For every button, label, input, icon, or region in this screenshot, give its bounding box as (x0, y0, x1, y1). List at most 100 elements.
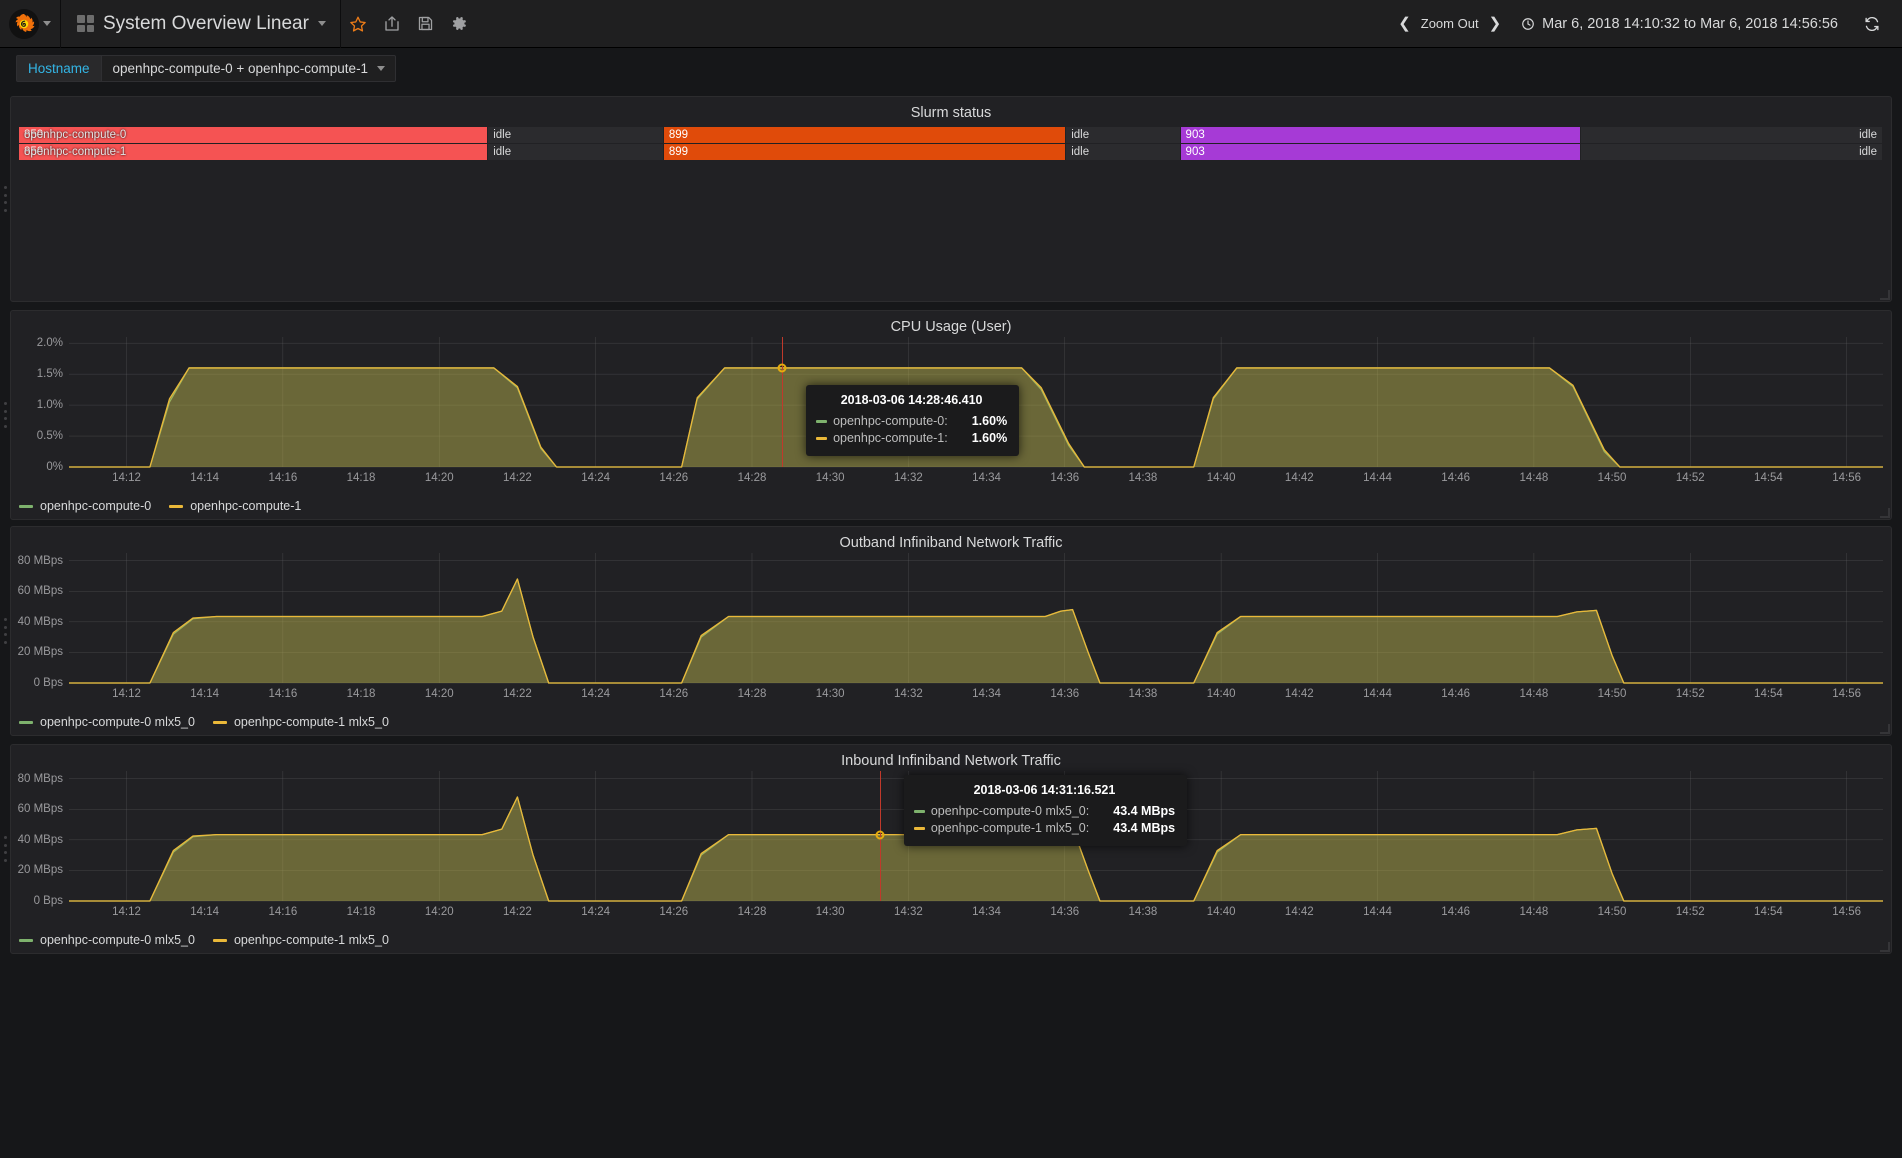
x-axis-tick: 14:14 (190, 906, 220, 918)
slurm-state-segment[interactable]: 899 (663, 127, 1066, 143)
hostname-variable-value: openhpc-compute-0 + openhpc-compute-1 (112, 60, 369, 76)
legend-item[interactable]: openhpc-compute-0 mlx5_0 (19, 933, 195, 947)
time-range-picker[interactable]: Mar 6, 2018 14:10:32 to Mar 6, 2018 14:5… (1509, 16, 1854, 32)
x-axis-tick: 14:34 (972, 906, 1001, 918)
dashboard-submenu: Hostname openhpc-compute-0 + openhpc-com… (0, 48, 1902, 88)
x-axis-tick: 14:54 (1754, 906, 1783, 918)
x-axis-tick: 14:48 (1519, 906, 1549, 918)
panel-resize-handle[interactable] (1880, 724, 1890, 734)
hostname-variable[interactable]: Hostname openhpc-compute-0 + openhpc-com… (16, 54, 397, 82)
slurm-status-row: 850 idle 899 idle 903 idle openhpc-compute-1 (19, 144, 1883, 160)
y-axis-tick: 20 MBps (17, 864, 63, 877)
graph-outband-traffic[interactable]: 0 Bps 20 MBps 40 MBps 60 MBps 80 MBps 14:12 14… (11, 553, 1891, 711)
y-axis-tick: 60 MBps (17, 585, 63, 598)
x-axis-tick: 14:24 (581, 688, 610, 700)
legend-item[interactable]: openhpc-compute-0 (19, 499, 151, 513)
x-axis-tick: 14:36 (1050, 688, 1080, 700)
legend-item[interactable]: openhpc-compute-1 mlx5_0 (212, 933, 389, 947)
chevron-right-icon[interactable]: ❯ (1489, 16, 1502, 31)
slurm-state-segment[interactable]: idle (1066, 144, 1180, 160)
share-icon[interactable] (375, 0, 409, 48)
x-axis-tick: 14:42 (1284, 472, 1314, 484)
chevron-down-icon (377, 65, 386, 71)
x-axis-tick: 14:38 (1128, 906, 1158, 918)
x-axis-tick: 14:24 (581, 906, 610, 918)
tooltip-timestamp: 2018-03-06 14:31:16.521 (973, 783, 1116, 797)
x-axis-tick: 14:46 (1441, 472, 1471, 484)
x-axis-tick: 14:32 (893, 688, 923, 700)
slurm-state-segment[interactable]: idle (1581, 127, 1882, 143)
panel-drag-handle[interactable] (4, 402, 9, 428)
graph-inbound-traffic[interactable]: 0 Bps 20 MBps 40 MBps 60 MBps 80 MBps 14:12 14… (11, 771, 1891, 929)
slurm-state-segment[interactable]: 850 (19, 127, 488, 143)
clock-icon (1522, 17, 1534, 30)
legend-item[interactable]: openhpc-compute-0 mlx5_0 (19, 715, 195, 729)
x-axis-tick: 14:28 (737, 906, 767, 918)
y-axis-tick: 2.0% (36, 337, 63, 350)
save-icon[interactable] (409, 0, 443, 48)
panel-resize-handle[interactable] (1880, 942, 1890, 952)
plot-area[interactable] (69, 553, 1883, 683)
slurm-state-segment[interactable]: idle (1066, 127, 1180, 143)
tooltip-series-row: openhpc-compute-0: 1.60% (816, 413, 1007, 430)
graph-cpu-usage[interactable]: 0% 0.5% 1.0% 1.5% 2.0% 14:12 14:14 14:16 14:18 14… (11, 337, 1891, 495)
grafana-logo-icon (9, 8, 39, 39)
x-axis-tick: 14:16 (268, 906, 298, 918)
tooltip-series-label: openhpc-compute-1 mlx5_0: (930, 821, 1090, 835)
x-axis-tick: 14:14 (190, 472, 220, 484)
panel-drag-handle[interactable] (4, 618, 9, 644)
x-axis-tick: 14:36 (1050, 906, 1080, 918)
x-axis-tick: 14:38 (1128, 472, 1158, 484)
slurm-state-segment[interactable]: 903 (1180, 127, 1581, 143)
x-axis-tick: 14:30 (815, 472, 845, 484)
panel-drag-handle[interactable] (4, 836, 9, 862)
slurm-state-segment[interactable]: 899 (663, 144, 1066, 160)
star-icon[interactable] (341, 0, 375, 48)
panel-title-outband-traffic: Outband Infiniband Network Traffic (839, 535, 1063, 551)
panel-resize-handle[interactable] (1880, 290, 1890, 300)
chevron-down-icon (317, 21, 326, 26)
refresh-icon[interactable] (1856, 16, 1888, 32)
legend-item[interactable]: openhpc-compute-1 (169, 499, 301, 513)
legend-color-swatch (19, 938, 33, 942)
y-axis: 0 Bps 20 MBps 40 MBps 60 MBps 80 MBps (11, 553, 69, 689)
graph-tooltip: 2018-03-06 14:28:46.410 openhpc-compute-0… (806, 385, 1020, 456)
dashboard-title-button[interactable]: System Overview Linear (61, 0, 340, 48)
x-axis-tick: 14:14 (190, 688, 220, 700)
x-axis-tick: 14:22 (503, 906, 532, 918)
tooltip-color-swatch (816, 420, 828, 423)
panel-resize-handle[interactable] (1880, 508, 1890, 518)
chevron-left-icon[interactable]: ❮ (1398, 16, 1411, 31)
x-axis-tick: 14:22 (503, 472, 532, 484)
slurm-state-segment[interactable]: idle (488, 144, 663, 160)
slurm-state-segment[interactable]: 850 (19, 144, 488, 160)
hostname-variable-select[interactable]: openhpc-compute-0 + openhpc-compute-1 (100, 54, 397, 82)
x-axis-tick: 14:20 (424, 472, 454, 484)
x-axis-tick: 14:52 (1675, 906, 1705, 918)
zoom-out-control[interactable]: ❮ Zoom Out ❯ (1392, 16, 1507, 31)
tooltip-series-row: openhpc-compute-1: 1.60% (816, 430, 1007, 447)
y-axis-tick: 80 MBps (17, 554, 63, 567)
panel-drag-handle[interactable] (4, 186, 9, 212)
tooltip-series-label: openhpc-compute-0 mlx5_0: (930, 804, 1090, 818)
x-axis-tick: 14:36 (1050, 472, 1080, 484)
x-axis-tick: 14:26 (659, 688, 689, 700)
slurm-state-segment[interactable]: idle (488, 127, 663, 143)
x-axis-tick: 14:56 (1832, 906, 1862, 918)
x-axis-tick: 14:40 (1206, 906, 1236, 918)
x-axis-tick: 14:18 (346, 472, 376, 484)
grafana-home-button[interactable] (0, 0, 60, 48)
x-axis-tick: 14:26 (659, 906, 689, 918)
y-axis-tick: 0 Bps (33, 677, 63, 689)
page-title: System Overview Linear (103, 12, 309, 34)
slurm-state-segment[interactable]: idle (1581, 144, 1882, 160)
series-area (69, 579, 1883, 683)
gear-icon[interactable] (443, 0, 477, 48)
slurm-state-segment[interactable]: 903 (1180, 144, 1581, 160)
tooltip-timestamp: 2018-03-06 14:28:46.410 (840, 393, 983, 407)
y-axis-tick: 40 MBps (17, 833, 63, 846)
legend-label: openhpc-compute-1 mlx5_0 (233, 933, 389, 947)
legend-label: openhpc-compute-1 mlx5_0 (233, 715, 389, 729)
x-axis-tick: 14:50 (1597, 688, 1627, 700)
legend-item[interactable]: openhpc-compute-1 mlx5_0 (212, 715, 389, 729)
